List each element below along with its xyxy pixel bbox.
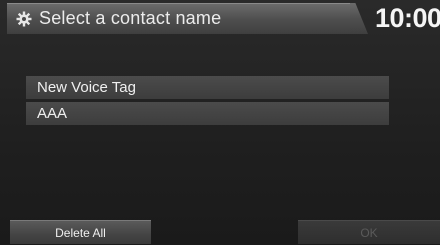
clock: 10:00 — [375, 3, 440, 33]
page-title: Select a contact name — [39, 8, 222, 28]
contact-list: New Voice Tag AAA — [26, 76, 389, 128]
settings-icon — [16, 11, 32, 27]
ok-button[interactable]: OK — [298, 220, 440, 244]
header-notch — [350, 3, 368, 34]
list-item-aaa[interactable]: AAA — [26, 102, 389, 125]
delete-all-button[interactable]: Delete All — [10, 220, 151, 244]
list-item-new-voice-tag[interactable]: New Voice Tag — [26, 76, 389, 99]
screen: Select a contact name 10:00 New Voice Ta… — [0, 0, 440, 245]
